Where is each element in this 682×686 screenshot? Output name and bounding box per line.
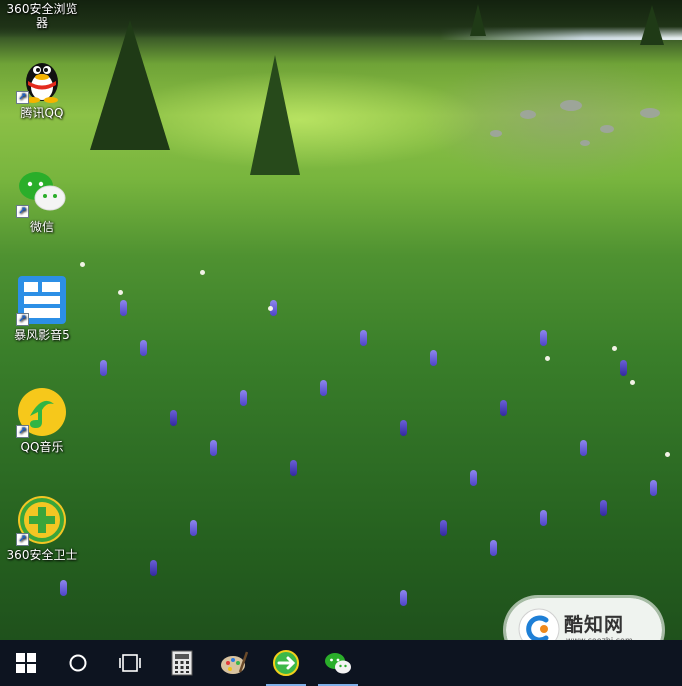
- watermark-title: 酷知网: [564, 614, 625, 636]
- wallpaper-flower: [490, 540, 497, 556]
- qq-penguin-icon: ↗: [16, 52, 68, 104]
- wallpaper-flower: [100, 360, 107, 376]
- wallpaper-flower: [440, 520, 447, 536]
- taskbar: [0, 640, 682, 686]
- wallpaper-flower: [210, 440, 217, 456]
- wallpaper-blossom: [612, 346, 617, 351]
- start-button[interactable]: [0, 640, 52, 686]
- shortcut-arrow-icon: ↗: [16, 205, 29, 218]
- wallpaper-blossom: [200, 270, 205, 275]
- wallpaper-flower: [290, 460, 297, 476]
- wallpaper-flower: [140, 340, 147, 356]
- wallpaper-flower: [60, 580, 67, 596]
- taskbar-wechat-button[interactable]: [312, 640, 364, 686]
- wallpaper-rock: [640, 108, 660, 118]
- desktop-icon-qq[interactable]: ↗ 腾讯QQ: [0, 52, 84, 120]
- wallpaper-flower: [400, 590, 407, 606]
- wechat-icon: ↗: [16, 166, 68, 218]
- wallpaper-flower: [320, 380, 327, 396]
- calculator-icon: [171, 650, 193, 676]
- shortcut-arrow-icon: ↗: [16, 425, 29, 438]
- desktop-icon-label: 腾讯QQ: [20, 106, 64, 120]
- paint-icon: [221, 651, 248, 674]
- wallpaper-pine: [90, 20, 170, 150]
- wallpaper-blossom: [80, 262, 85, 267]
- 360-security-icon: ↗: [16, 494, 68, 546]
- desktop-icon-label: 微信: [29, 220, 54, 234]
- desktop-icon-label: 360安全浏览器: [6, 2, 78, 30]
- wallpaper-flower: [650, 480, 657, 496]
- shortcut-arrow-icon: ↗: [16, 91, 29, 104]
- taskbar-360-browser-button[interactable]: [260, 640, 312, 686]
- wallpaper-blossom: [665, 452, 670, 457]
- desktop-icon-wechat[interactable]: ↗ 微信: [0, 166, 84, 234]
- shortcut-arrow-icon: ↗: [16, 313, 29, 326]
- desktop-icon-label: 360安全卫士: [6, 548, 78, 562]
- 360-browser-icon: [273, 650, 299, 676]
- qq-music-icon: ↗: [16, 386, 68, 438]
- wallpaper-pine: [250, 55, 300, 175]
- wallpaper-flower: [150, 560, 157, 576]
- wallpaper-blossom: [268, 306, 273, 311]
- shortcut-arrow-icon: ↗: [16, 533, 29, 546]
- wallpaper-pine: [640, 5, 664, 45]
- desktop-icon-qq-music[interactable]: ↗ QQ音乐: [0, 386, 84, 454]
- desktop-icon-360-security[interactable]: ↗ 360安全卫士: [0, 494, 84, 562]
- wallpaper-rock: [520, 110, 536, 119]
- wallpaper-flower: [470, 470, 477, 486]
- wallpaper-flower: [430, 350, 437, 366]
- windows-start-icon: [16, 653, 36, 673]
- desktop-wallpaper: [0, 0, 682, 640]
- task-view-icon: [119, 654, 141, 672]
- cortana-search-icon: [69, 654, 87, 672]
- wallpaper-flower: [540, 510, 547, 526]
- wallpaper-rock: [580, 140, 590, 146]
- wallpaper-rock: [600, 125, 614, 133]
- taskbar-calculator-button[interactable]: [156, 640, 208, 686]
- wallpaper-flower: [500, 400, 507, 416]
- wallpaper-flower: [170, 410, 177, 426]
- wallpaper-blossom: [630, 380, 635, 385]
- wallpaper-blossom: [545, 356, 550, 361]
- wallpaper-flower: [580, 440, 587, 456]
- wallpaper-rock: [560, 100, 582, 111]
- wallpaper-blossom: [118, 290, 123, 295]
- wallpaper-flower: [120, 300, 127, 316]
- desktop-icon-baofeng[interactable]: ↗ 暴风影音5: [0, 274, 84, 342]
- wallpaper-flower: [400, 420, 407, 436]
- desktop-icon-label: 暴风影音5: [14, 328, 70, 342]
- wallpaper-flower: [620, 360, 627, 376]
- wallpaper-flower: [600, 500, 607, 516]
- wechat-icon: [325, 653, 351, 674]
- desktop-icon-label: QQ音乐: [20, 440, 64, 454]
- taskbar-paint-button[interactable]: [208, 640, 260, 686]
- cortana-button[interactable]: [52, 640, 104, 686]
- desktop-icon-360-browser[interactable]: 360安全浏览器: [0, 2, 84, 30]
- wallpaper-flower: [540, 330, 547, 346]
- wallpaper-rock: [490, 130, 502, 137]
- wallpaper-flower: [360, 330, 367, 346]
- task-view-button[interactable]: [104, 640, 156, 686]
- wallpaper-pine: [470, 4, 486, 36]
- wallpaper-flower: [240, 390, 247, 406]
- wallpaper-flower: [190, 520, 197, 536]
- baofeng-player-icon: ↗: [16, 274, 68, 326]
